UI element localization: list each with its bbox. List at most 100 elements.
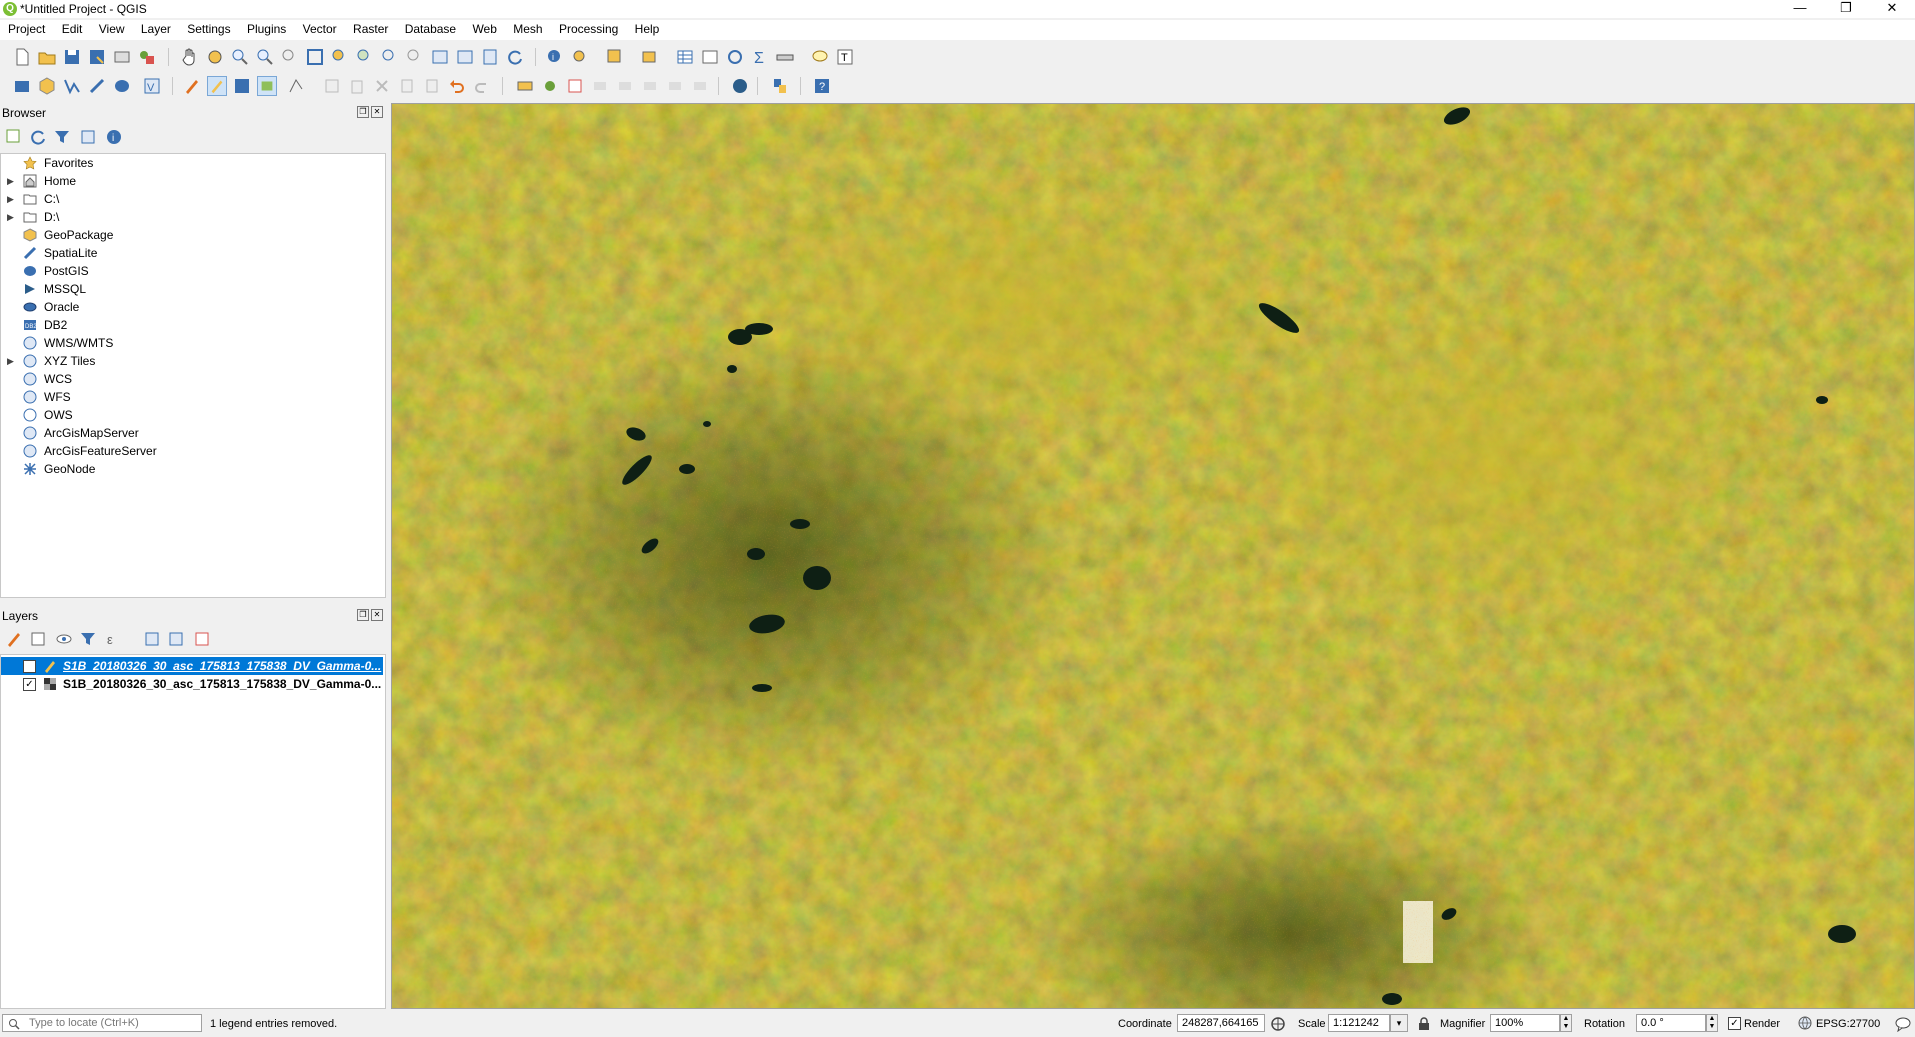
- layer-item[interactable]: ✓ S1B_20180326_30_asc_175813_175838_DV_G…: [1, 675, 383, 693]
- browser-item-c-drive[interactable]: ▶ C:\: [1, 190, 381, 208]
- menu-help[interactable]: Help: [627, 20, 665, 36]
- label-properties-icon[interactable]: [690, 76, 710, 96]
- new-temporary-layer-icon[interactable]: [112, 76, 132, 96]
- refresh-icon[interactable]: [505, 47, 525, 67]
- zoom-to-layer-icon[interactable]: [355, 47, 375, 67]
- toggle-extents-icon[interactable]: [1270, 1016, 1286, 1032]
- menu-settings[interactable]: Settings: [179, 20, 235, 36]
- menu-view[interactable]: View: [91, 20, 130, 36]
- refresh-icon[interactable]: [28, 127, 48, 147]
- maximize-button[interactable]: ❐: [1826, 0, 1866, 18]
- current-edits-icon[interactable]: [182, 76, 202, 96]
- pin-labels-icon[interactable]: [565, 76, 585, 96]
- print-layout-icon[interactable]: [112, 47, 132, 67]
- browser-item-geonode[interactable]: GeoNode: [1, 460, 381, 478]
- rotate-label-icon[interactable]: [640, 76, 660, 96]
- save-as-icon[interactable]: [87, 47, 107, 67]
- scale-dropdown-icon[interactable]: ▾: [1390, 1014, 1408, 1032]
- select-features-icon[interactable]: [570, 47, 590, 67]
- messages-icon[interactable]: [1895, 1016, 1911, 1032]
- data-source-manager-icon[interactable]: [12, 76, 32, 96]
- rotation-spin-icon[interactable]: ▲ ▼: [1706, 1014, 1718, 1032]
- remove-layer-icon[interactable]: [192, 629, 212, 649]
- undock-icon[interactable]: ❐: [357, 609, 369, 621]
- vertex-tool-icon[interactable]: [287, 76, 307, 96]
- menu-web[interactable]: Web: [464, 20, 501, 36]
- open-project-icon[interactable]: [37, 47, 57, 67]
- locator-input[interactable]: Type to locate (Ctrl+K): [2, 1014, 202, 1032]
- coordinate-field[interactable]: 248287,664165: [1177, 1014, 1265, 1032]
- redo-icon[interactable]: [472, 76, 492, 96]
- collapse-all-icon[interactable]: [78, 127, 98, 147]
- browser-item-spatialite[interactable]: SpatiaLite: [1, 244, 381, 262]
- style-manager-icon[interactable]: [137, 47, 157, 67]
- undo-icon[interactable]: [447, 76, 467, 96]
- lock-scale-icon[interactable]: [1418, 1017, 1430, 1031]
- identify-icon[interactable]: i: [545, 47, 565, 67]
- delete-selected-icon[interactable]: [347, 76, 367, 96]
- move-label-icon[interactable]: [615, 76, 635, 96]
- highlight-labels-icon[interactable]: [590, 76, 610, 96]
- expand-all-icon[interactable]: [142, 629, 162, 649]
- close-panel-icon[interactable]: ✕: [371, 106, 383, 118]
- menu-raster[interactable]: Raster: [345, 20, 393, 36]
- new-geopackage-layer-icon[interactable]: [37, 76, 57, 96]
- undock-icon[interactable]: ❐: [357, 106, 369, 118]
- change-label-icon[interactable]: [665, 76, 685, 96]
- browser-item-favorites[interactable]: Favorites: [1, 154, 381, 172]
- field-calculator-icon[interactable]: [700, 47, 720, 67]
- crs-label[interactable]: EPSG:27700: [1816, 1018, 1880, 1030]
- menu-database[interactable]: Database: [397, 20, 461, 36]
- copy-features-icon[interactable]: [397, 76, 417, 96]
- digitize-icon[interactable]: [257, 76, 277, 96]
- browser-item-mssql[interactable]: MSSQL: [1, 280, 381, 298]
- manage-map-themes-icon[interactable]: [54, 629, 74, 649]
- map-canvas[interactable]: [391, 103, 1915, 1009]
- map-tips-icon[interactable]: [810, 47, 830, 67]
- new-map-view-icon[interactable]: [430, 47, 450, 67]
- browser-item-oracle[interactable]: Oracle: [1, 298, 381, 316]
- menu-edit[interactable]: Edit: [54, 20, 88, 36]
- render-checkbox[interactable]: ✓: [1728, 1017, 1741, 1030]
- menu-vector[interactable]: Vector: [295, 20, 342, 36]
- save-project-icon[interactable]: [62, 47, 82, 67]
- save-layer-edits-icon[interactable]: [232, 76, 252, 96]
- help-icon[interactable]: ?: [812, 76, 832, 96]
- collapse-all-icon[interactable]: [166, 629, 186, 649]
- pan-to-selection-icon[interactable]: [205, 47, 225, 67]
- statistics-sigma-icon[interactable]: Σ: [750, 47, 770, 67]
- browser-item-ows[interactable]: OWS: [1, 406, 381, 424]
- measure-icon[interactable]: [775, 47, 795, 67]
- add-group-icon[interactable]: [28, 629, 48, 649]
- expand-arrow-icon[interactable]: ▶: [7, 352, 14, 370]
- plugin-globe-icon[interactable]: [730, 76, 750, 96]
- browser-item-postgis[interactable]: PostGIS: [1, 262, 381, 280]
- filter-by-expression-icon[interactable]: ε: [104, 629, 124, 649]
- rotation-field[interactable]: 0.0 °: [1636, 1014, 1706, 1032]
- layer-visibility-checkbox[interactable]: [23, 660, 36, 673]
- close-panel-icon[interactable]: ✕: [371, 609, 383, 621]
- browser-item-wms[interactable]: WMS/WMTS: [1, 334, 381, 352]
- zoom-last-icon[interactable]: [405, 47, 425, 67]
- paste-features-icon[interactable]: [422, 76, 442, 96]
- browser-item-arcgis-mapserver[interactable]: ArcGisMapServer: [1, 424, 381, 442]
- open-layer-styling-icon[interactable]: [4, 629, 24, 649]
- new-3d-view-icon[interactable]: [455, 47, 475, 67]
- text-annotation-icon[interactable]: T: [835, 47, 855, 67]
- magnifier-field[interactable]: 100%: [1490, 1014, 1560, 1032]
- new-project-icon[interactable]: [12, 47, 32, 67]
- toggle-editing-icon[interactable]: [207, 76, 227, 96]
- expand-arrow-icon[interactable]: ▶: [7, 190, 14, 208]
- label-tool-icon[interactable]: [515, 76, 535, 96]
- browser-item-db2[interactable]: DB2 DB2: [1, 316, 381, 334]
- layer-labeling-icon[interactable]: [540, 76, 560, 96]
- zoom-out-icon[interactable]: [255, 47, 275, 67]
- modify-attributes-icon[interactable]: [322, 76, 342, 96]
- browser-item-d-drive[interactable]: ▶ D:\: [1, 208, 381, 226]
- zoom-native-icon[interactable]: [380, 47, 400, 67]
- browser-item-home[interactable]: ▶ Home: [1, 172, 381, 190]
- pan-icon[interactable]: [180, 47, 200, 67]
- menu-layer[interactable]: Layer: [133, 20, 176, 36]
- browser-item-geopackage[interactable]: GeoPackage: [1, 226, 381, 244]
- expand-arrow-icon[interactable]: ▶: [7, 172, 14, 190]
